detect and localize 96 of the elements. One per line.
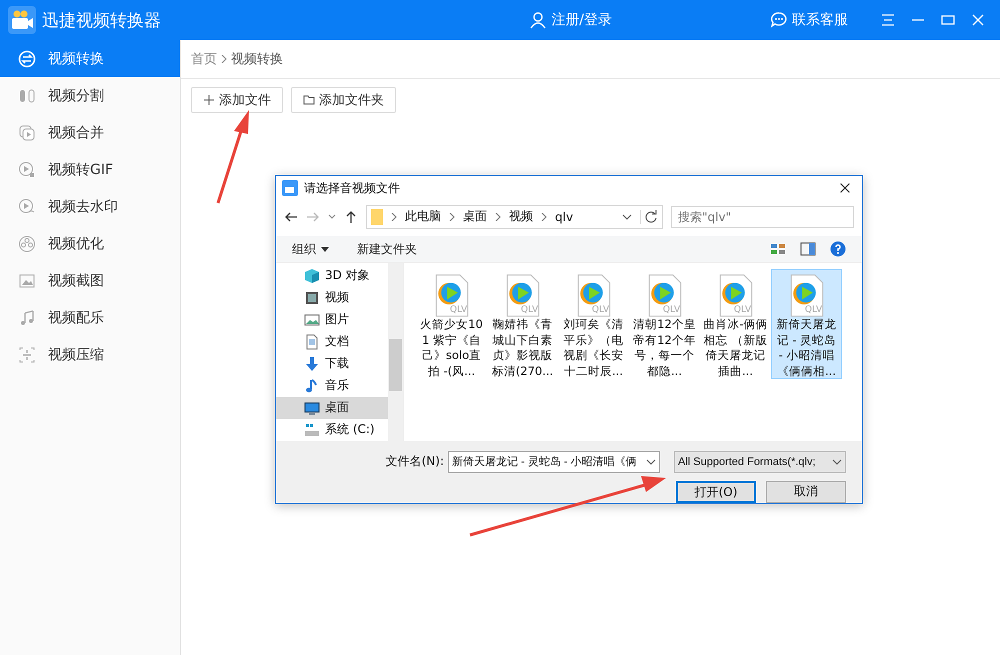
- file-item[interactable]: QLV 清朝12个皇帝有12个年号，每一个都隐...: [629, 268, 700, 379]
- sidebar-item[interactable]: 视频去水印: [0, 188, 180, 225]
- cube-icon: [304, 268, 320, 284]
- chevron-icon: [221, 55, 227, 63]
- file-name: 清朝12个皇帝有12个年号，每一个都隐...: [632, 317, 697, 378]
- chevron-down-icon: [832, 456, 842, 467]
- chevron-icon: [391, 212, 397, 220]
- chevron-down-icon[interactable]: [646, 456, 656, 467]
- file-name: 新倚天屠龙记 - 灵蛇岛 - 小昭清唱《俩俩相...: [776, 317, 838, 378]
- new-folder-button[interactable]: 新建文件夹: [357, 240, 417, 258]
- file-item[interactable]: QLV 鞠婧祎《青城山下白素贞》影视版标清(270...: [487, 268, 558, 379]
- merge-icon: [18, 124, 36, 142]
- caret-icon: [321, 244, 329, 253]
- app-title: 迅捷视频转换器: [42, 10, 161, 32]
- file-type-label: QLV: [734, 305, 752, 316]
- file-type-label: QLV: [804, 305, 822, 316]
- nav-item[interactable]: 图片: [276, 308, 388, 331]
- convert-icon: [18, 50, 36, 68]
- menu-icon[interactable]: [880, 12, 896, 28]
- scrollbar[interactable]: [388, 262, 403, 441]
- folder-icon: [371, 208, 383, 224]
- path-segment[interactable]: 此电脑: [405, 208, 441, 225]
- file-name: 刘珂矣《清平乐》（电视剧《长安十二时辰...: [562, 317, 624, 378]
- path-segment[interactable]: 桌面: [463, 208, 487, 225]
- sidebar-item[interactable]: 视频配乐: [0, 299, 180, 336]
- image-icon: [304, 312, 320, 328]
- chevron-icon: [449, 212, 455, 220]
- file-item[interactable]: QLV 新倚天屠龙记 - 灵蛇岛 - 小昭清唱《俩俩相...: [771, 268, 842, 379]
- sidebar-item[interactable]: 视频合并: [0, 114, 180, 151]
- app-logo-icon: [8, 6, 36, 34]
- filename-label: 文件名(N):: [386, 453, 444, 470]
- gif-icon: [18, 160, 36, 178]
- chat-bubble-icon: [770, 11, 788, 29]
- doc-icon: [304, 334, 320, 350]
- desktop-icon: [304, 400, 320, 416]
- chevron-down-icon[interactable]: [622, 212, 632, 222]
- sidebar-item[interactable]: 视频转换: [0, 40, 180, 77]
- nav-item[interactable]: 文档: [276, 330, 388, 353]
- add-file-button[interactable]: 添加文件: [191, 87, 283, 113]
- file-item[interactable]: QLV 曲肖冰-俩俩相忘 （新版倚天屠龙记插曲...: [700, 268, 771, 379]
- search-field[interactable]: 搜索"qlv": [671, 206, 854, 228]
- folder-icon: [303, 94, 315, 106]
- organize-menu[interactable]: 组织: [292, 240, 329, 258]
- nav-item[interactable]: 系统 (C:): [276, 418, 388, 441]
- address-bar[interactable]: 此电脑 桌面 视频 qlv: [366, 204, 663, 228]
- refresh-icon[interactable]: [640, 210, 658, 224]
- path-segment[interactable]: qlv: [555, 210, 574, 224]
- preview-pane-icon[interactable]: [800, 241, 816, 258]
- nav-item[interactable]: 下载: [276, 352, 388, 375]
- watermark-icon: [18, 198, 36, 216]
- back-icon[interactable]: [284, 210, 298, 224]
- file-type-label: QLV: [662, 305, 680, 316]
- path-segment[interactable]: 视频: [509, 208, 533, 225]
- file-name: 火箭少女101 紫宁《自己》solo直拍 -(风...: [419, 317, 484, 378]
- breadcrumb-item[interactable]: 首页: [191, 50, 217, 68]
- split-icon: [18, 86, 36, 104]
- breadcrumb-item[interactable]: 视频转换: [231, 50, 283, 68]
- drive-icon: [304, 422, 320, 438]
- nav-item[interactable]: 视频: [276, 286, 388, 309]
- file-type-label: QLV: [520, 305, 538, 316]
- sidebar-item[interactable]: 视频压缩: [0, 336, 180, 373]
- file-name: 曲肖冰-俩俩相忘 （新版倚天屠龙记插曲...: [702, 317, 768, 378]
- sidebar-item[interactable]: 视频转GIF: [0, 151, 180, 188]
- dialog-title: 请选择音视频文件: [304, 180, 400, 197]
- download-icon: [304, 356, 320, 372]
- chevron-icon: [541, 212, 547, 220]
- open-button[interactable]: 打开(O): [676, 480, 756, 503]
- music-icon: [18, 308, 36, 326]
- chevron-icon: [495, 212, 501, 220]
- optimize-icon: [18, 234, 36, 252]
- sidebar-item[interactable]: 视频截图: [0, 262, 180, 299]
- support-link[interactable]: 联系客服: [770, 11, 848, 29]
- nav-item[interactable]: 音乐: [276, 374, 388, 397]
- file-item[interactable]: QLV 火箭少女101 紫宁《自己》solo直拍 -(风...: [416, 268, 487, 379]
- file-type-label: QLV: [592, 305, 610, 316]
- filename-field[interactable]: 新倚天屠龙记 - 灵蛇岛 - 小昭清唱《俩: [448, 450, 660, 473]
- sidebar-item[interactable]: 视频分割: [0, 77, 180, 114]
- nav-item[interactable]: 3D 对象: [276, 264, 388, 287]
- nav-item[interactable]: 桌面: [276, 396, 388, 419]
- screenshot-icon: [18, 272, 36, 290]
- user-icon: [529, 11, 548, 29]
- file-item[interactable]: QLV 刘珂矣《清平乐》（电视剧《长安十二时辰...: [558, 268, 629, 379]
- video-icon: [304, 290, 320, 306]
- file-type-dropdown[interactable]: All Supported Formats(*.qlv;: [674, 450, 846, 473]
- add-folder-button[interactable]: 添加文件夹: [291, 87, 396, 113]
- up-icon[interactable]: [344, 210, 358, 224]
- file-type-label: QLV: [450, 305, 468, 316]
- help-icon[interactable]: [830, 241, 846, 258]
- close-icon[interactable]: [838, 181, 852, 196]
- plus-icon: [203, 94, 215, 106]
- login-link[interactable]: 注册/登录: [529, 11, 612, 29]
- dialog-logo-icon: [282, 180, 298, 196]
- cancel-button[interactable]: 取消: [766, 480, 846, 503]
- compress-icon: [18, 346, 36, 364]
- file-name: 鞠婧祎《青城山下白素贞》影视版标清(270...: [490, 317, 554, 378]
- sidebar-item[interactable]: 视频优化: [0, 225, 180, 262]
